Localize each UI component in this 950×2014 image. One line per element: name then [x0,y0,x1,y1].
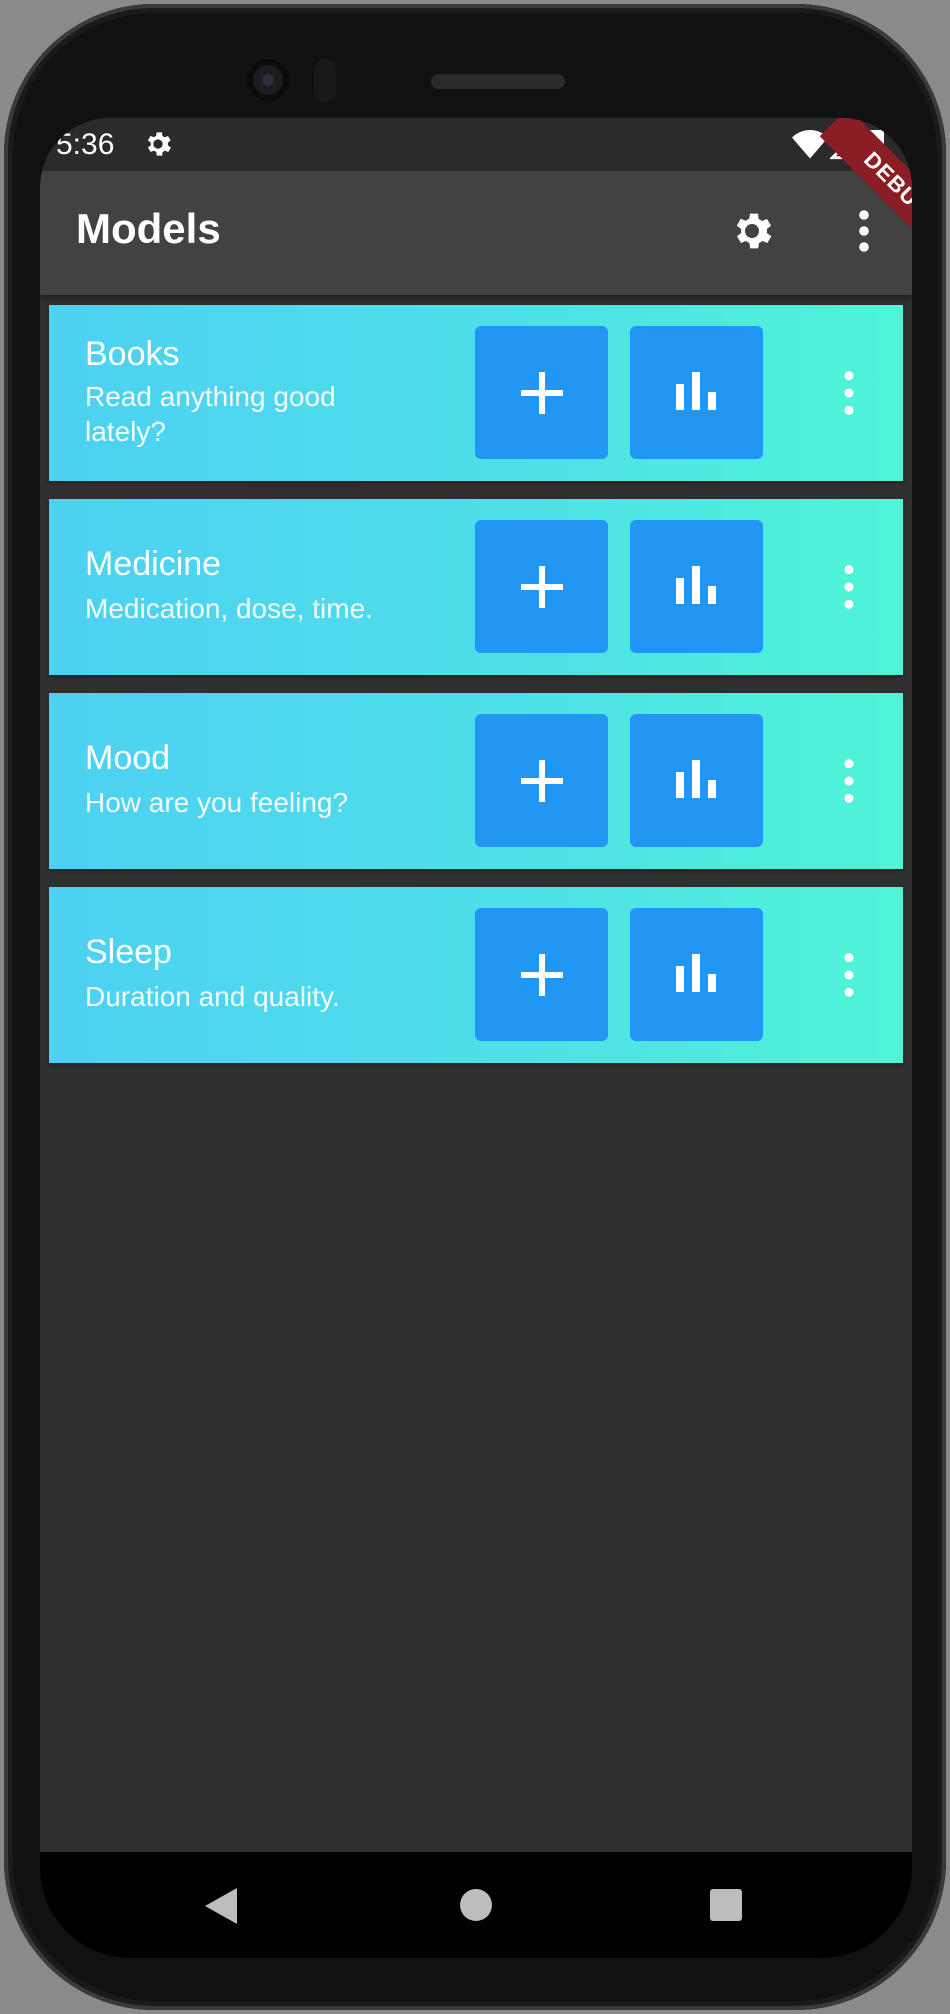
stats-button[interactable] [630,714,763,847]
stats-button[interactable] [630,908,763,1041]
model-name: Medicine [85,545,222,583]
model-card-sleep[interactable]: Sleep Duration and quality. [49,887,903,1063]
plus-icon [521,372,563,414]
add-entry-button[interactable] [475,714,608,847]
bar-chart-icon [676,566,716,604]
model-name: Sleep [85,933,172,971]
recents-square-icon[interactable] [710,1889,742,1921]
earpiece-speaker [431,74,565,89]
bar-chart-icon [676,372,716,410]
status-time: 5:36 [56,128,115,161]
plus-icon [521,566,563,608]
more-vert-icon[interactable] [850,207,878,255]
settings-icon[interactable] [728,207,776,255]
proximity-sensor [314,59,336,103]
more-vert-icon[interactable] [839,367,859,419]
phone-screen: 5:36 Models DEBUG Books Read anything go… [40,118,912,1958]
model-description: Medication, dose, time. [85,593,373,624]
model-description: Duration and quality. [85,981,340,1012]
model-name: Books [85,335,180,373]
model-description: Read anything good lately? [85,381,336,447]
front-camera [247,59,289,101]
home-circle-icon[interactable] [460,1889,492,1921]
more-vert-icon[interactable] [839,949,859,1001]
stats-button[interactable] [630,326,763,459]
model-description: How are you feeling? [85,787,349,818]
more-vert-icon[interactable] [839,755,859,807]
status-bar: 5:36 [40,118,912,171]
bar-chart-icon [676,760,716,798]
more-vert-icon[interactable] [839,561,859,613]
model-list: Books Read anything good lately? Medicin… [49,305,903,1081]
system-nav-bar [40,1852,912,1958]
model-card-books[interactable]: Books Read anything good lately? [49,305,903,481]
plus-icon [521,954,563,996]
page-title: Models [76,205,221,252]
back-triangle-icon[interactable] [203,1886,239,1926]
stats-button[interactable] [630,520,763,653]
model-name: Mood [85,739,171,777]
plus-icon [521,760,563,802]
model-card-mood[interactable]: Mood How are you feeling? [49,693,903,869]
app-bar: Models [40,171,912,295]
gear-icon [147,132,171,156]
add-entry-button[interactable] [475,520,608,653]
bar-chart-icon [676,954,716,992]
model-card-medicine[interactable]: Medicine Medication, dose, time. [49,499,903,675]
add-entry-button[interactable] [475,908,608,1041]
add-entry-button[interactable] [475,326,608,459]
